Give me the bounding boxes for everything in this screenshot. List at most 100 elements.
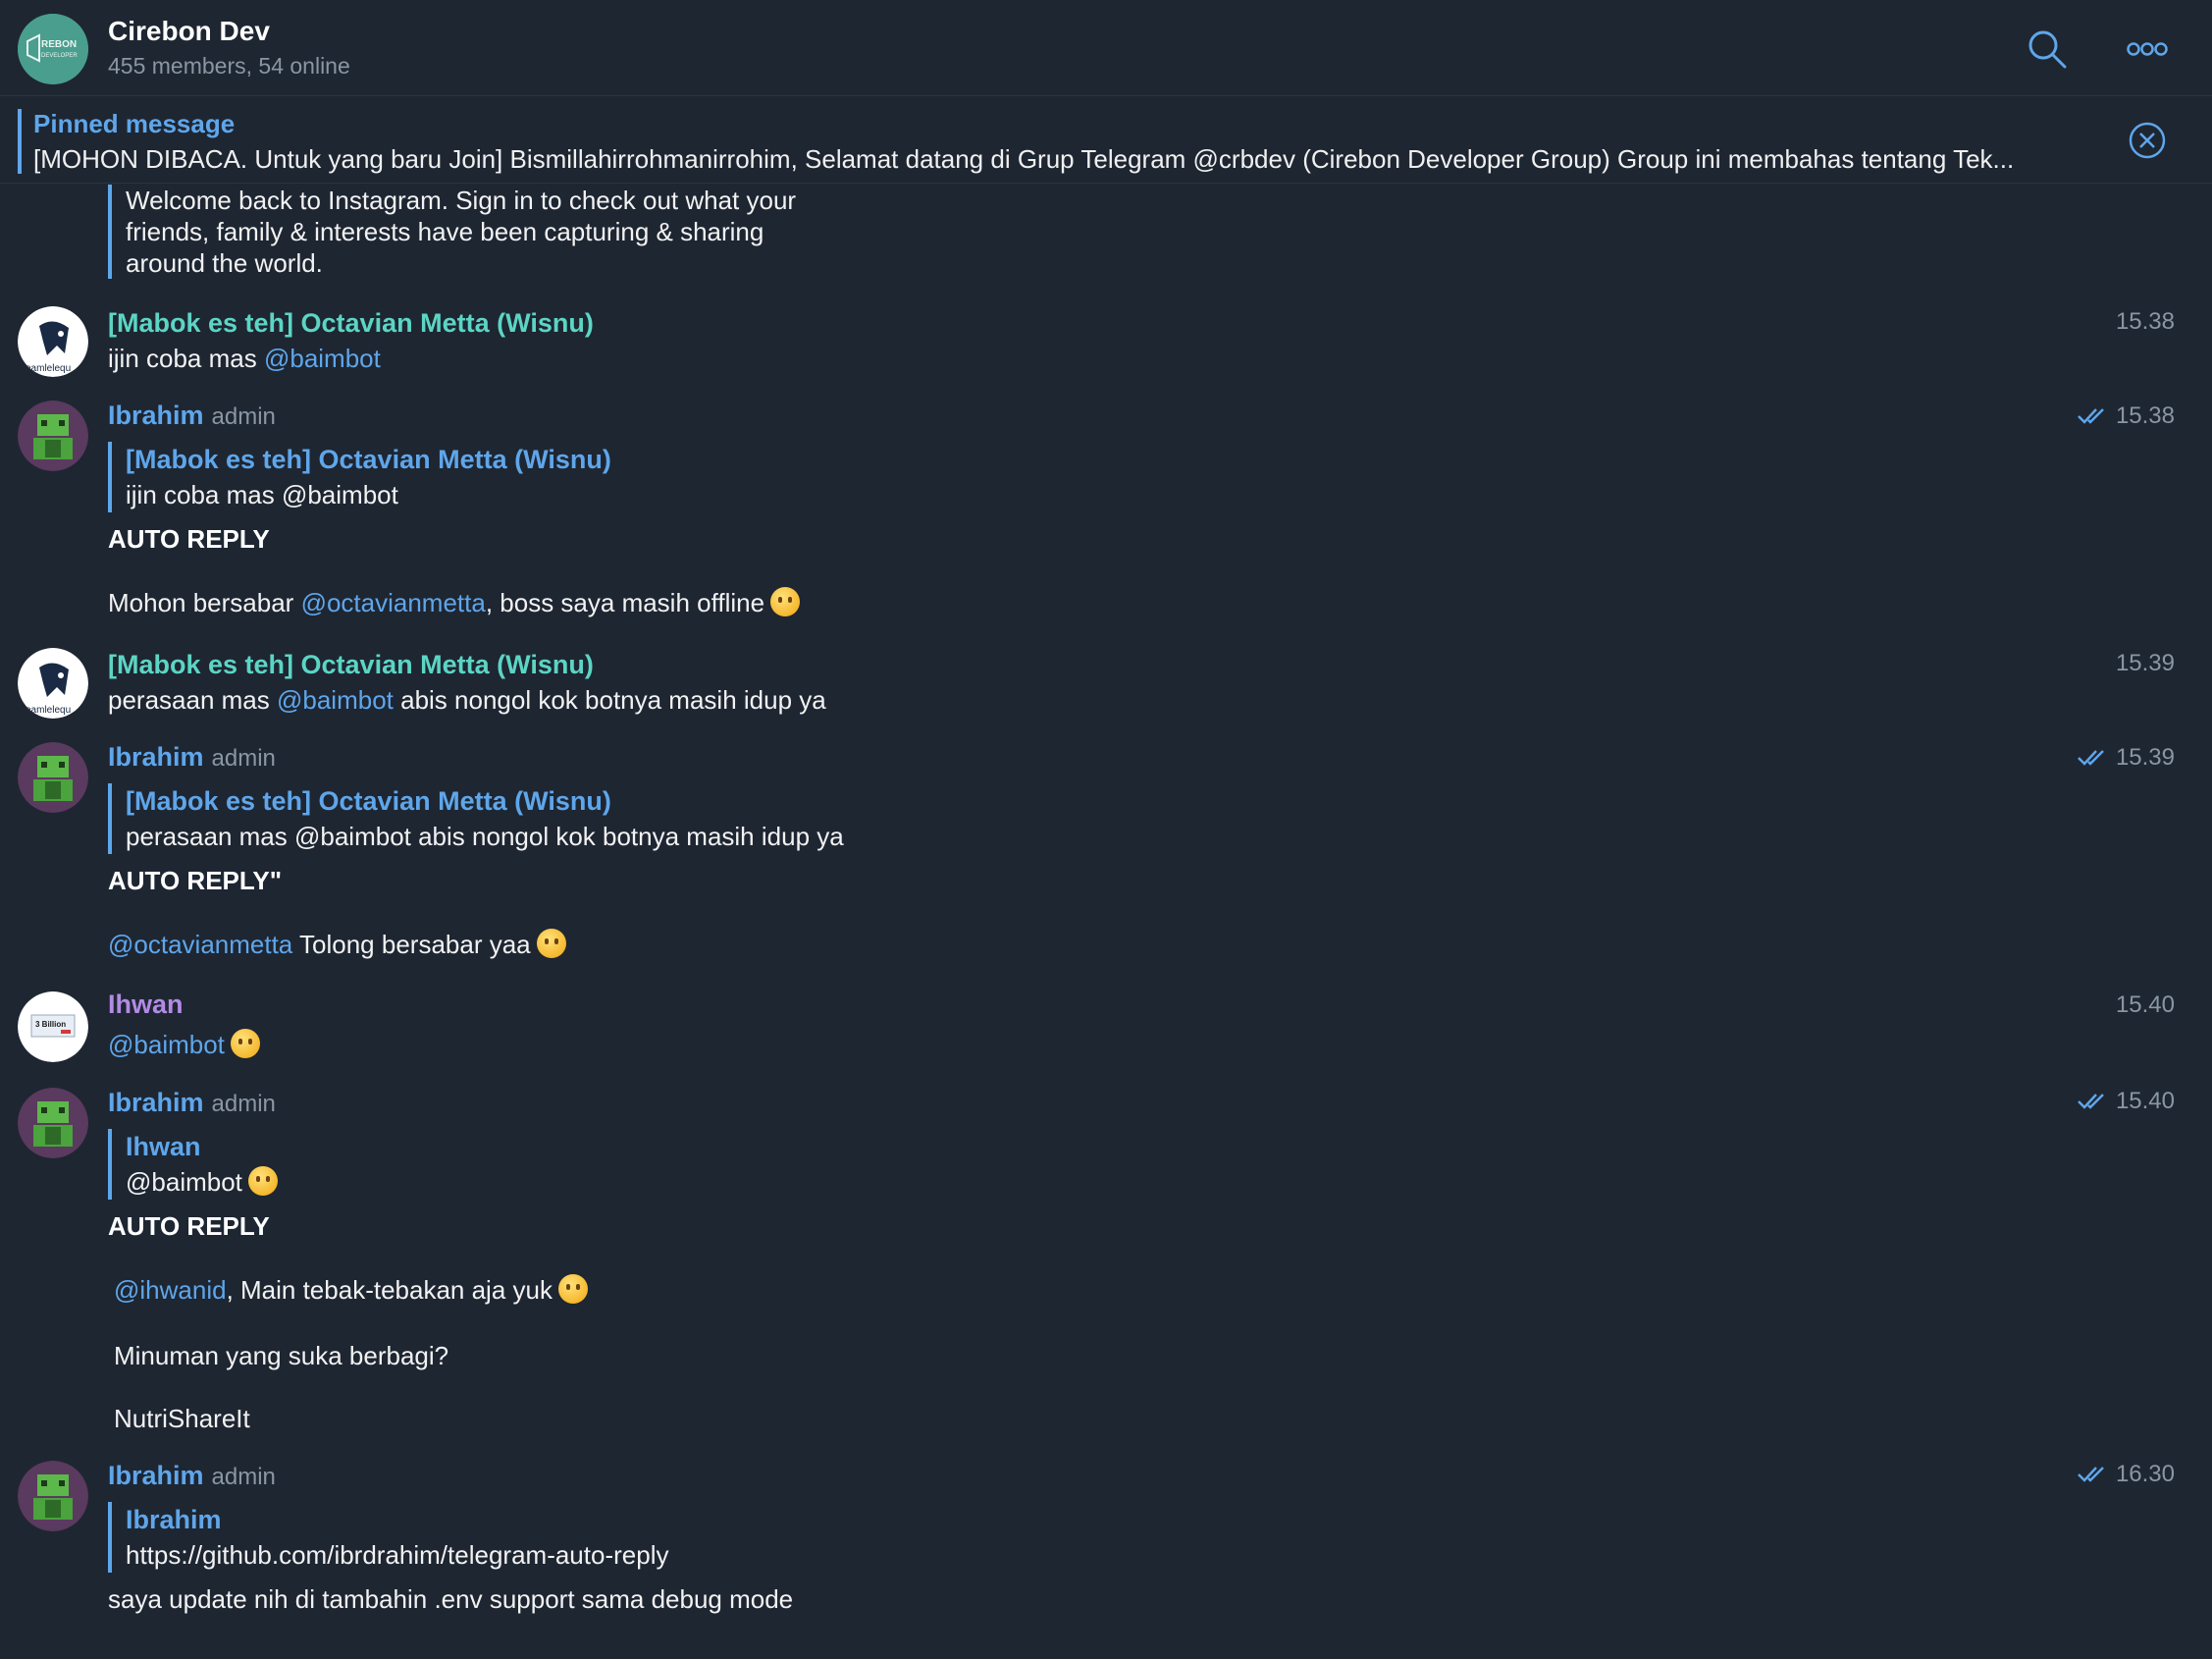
reply-text: @baimbot [126, 1164, 278, 1200]
sender-name-text: Ibrahim [108, 742, 204, 772]
message-time: 15.39 [2116, 650, 2175, 677]
message-text: perasaan mas @baimbot abis nongol kok bo… [108, 685, 826, 716]
svg-text:eamlelequ: eamlelequ [26, 705, 71, 716]
text-part: Tolong bersabar yaa [292, 930, 531, 959]
message-time: 15.38 [2116, 308, 2175, 336]
sender-name[interactable]: Ibrahim admin [108, 1088, 276, 1118]
sweat-smile-emoji-icon [536, 929, 566, 958]
text-part: Mohon bersabar [108, 588, 301, 617]
mention-link[interactable]: @ihwanid [114, 1275, 227, 1305]
auto-reply-heading: AUTO REPLY [108, 1211, 270, 1241]
sender-name[interactable]: [Mabok es teh] Octavian Metta (Wisnu) [108, 650, 594, 680]
more-icon[interactable] [2124, 26, 2171, 73]
mention-link[interactable]: @octavianmetta [301, 588, 486, 617]
close-icon[interactable] [2128, 121, 2167, 160]
chat-header: REBON DEVELOPER Cirebon Dev 455 members,… [0, 0, 2212, 96]
avatar[interactable] [18, 742, 88, 813]
time-text: 16.30 [2115, 1461, 2175, 1487]
avatar[interactable] [18, 401, 88, 471]
message-time: 15.40 [2077, 1088, 2175, 1115]
message-time: 15.40 [2116, 991, 2175, 1019]
admin-badge: admin [211, 1091, 276, 1117]
reply-text: perasaan mas @baimbot abis nongol kok bo… [126, 822, 844, 851]
double-check-icon [2078, 750, 2104, 766]
time-text: 15.40 [2115, 1088, 2175, 1114]
mention-link[interactable]: @baimbot [264, 344, 381, 373]
member-count: 455 members, 54 online [108, 53, 350, 79]
reply-quote[interactable]: Ihwan @baimbot [108, 1129, 278, 1200]
admin-badge: admin [211, 403, 276, 430]
pinned-message[interactable]: Pinned message [MOHON DIBACA. Untuk yang… [0, 97, 2212, 184]
reply-text: ijin coba mas @baimbot [126, 480, 398, 509]
reply-name: [Mabok es teh] Octavian Metta (Wisnu) [126, 786, 611, 816]
avatar[interactable] [18, 1461, 88, 1531]
message-time: 15.39 [2077, 744, 2175, 772]
sender-name-text: Ibrahim [108, 401, 204, 430]
pinned-title: Pinned message [33, 109, 236, 138]
message-text: saya update nih di tambahin .env support… [108, 1584, 794, 1614]
sender-name[interactable]: Ibrahim admin [108, 401, 276, 431]
svg-text:eamlelequ: eamlelequ [26, 363, 71, 374]
time-text: 15.38 [2115, 402, 2175, 429]
time-text: 15.38 [2115, 308, 2175, 335]
sender-name[interactable]: Ibrahim admin [108, 1461, 276, 1491]
mention-link[interactable]: @baimbot [277, 685, 394, 715]
text-part: ijin coba mas [108, 344, 264, 373]
message-text: @octavianmetta Tolong bersabar yaa [108, 929, 566, 960]
reply-text-part: @baimbot [126, 1167, 242, 1197]
sender-name[interactable]: Ihwan [108, 990, 184, 1020]
reply-quote[interactable]: [Mabok es teh] Octavian Metta (Wisnu) pe… [108, 783, 844, 854]
message-text: @ihwanid, Main tebak-tebakan aja yuk [114, 1274, 588, 1306]
avatar[interactable] [18, 1088, 88, 1158]
instagram-quote: Welcome back to Instagram. Sign in to ch… [108, 185, 796, 279]
message-text: @baimbot [108, 1029, 260, 1060]
reply-link-text: https://github.com/ibrdrahim/telegram-au… [126, 1540, 669, 1570]
reply-quote[interactable]: [Mabok es teh] Octavian Metta (Wisnu) ij… [108, 442, 611, 512]
text-part: , Main tebak-tebakan aja yuk [226, 1275, 553, 1305]
message-time: 16.30 [2077, 1461, 2175, 1488]
grin-emoji-icon [557, 1274, 588, 1304]
admin-badge: admin [211, 745, 276, 772]
svg-text:REBON: REBON [41, 39, 77, 50]
quote-line: around the world. [126, 248, 323, 278]
reply-name: Ibrahim [126, 1505, 222, 1534]
sender-name[interactable]: Ibrahim admin [108, 742, 276, 773]
pinned-text: [MOHON DIBACA. Untuk yang baru Join] Bis… [33, 144, 2015, 174]
text-part: , boss saya masih offline [485, 588, 765, 617]
quote-line: friends, family & interests have been ca… [126, 217, 764, 246]
svg-text:DEVELOPER: DEVELOPER [41, 53, 78, 59]
svg-text:3 Billion: 3 Billion [35, 1020, 66, 1029]
slight-smile-emoji-icon [230, 1029, 260, 1058]
riddle-question: Minuman yang suka berbagi? [114, 1341, 449, 1370]
double-check-icon [2078, 1467, 2104, 1482]
time-text: 15.39 [2115, 744, 2175, 771]
reply-quote[interactable]: Ibrahim https://github.com/ibrdrahim/tel… [108, 1502, 668, 1573]
slight-smile-emoji-icon [247, 1166, 278, 1196]
admin-badge: admin [211, 1464, 276, 1490]
message-text: ijin coba mas @baimbot [108, 344, 381, 374]
auto-reply-heading: AUTO REPLY" [108, 866, 283, 895]
double-check-icon [2078, 1094, 2104, 1109]
group-title[interactable]: Cirebon Dev [108, 16, 270, 47]
search-icon[interactable] [2024, 26, 2071, 73]
avatar[interactable]: 3 Billion [18, 991, 88, 1062]
pinned-accent-bar [18, 109, 22, 174]
avatar[interactable]: eamlelequ [18, 648, 88, 719]
riddle-answer: NutriShareIt [114, 1404, 250, 1433]
sender-name[interactable]: [Mabok es teh] Octavian Metta (Wisnu) [108, 308, 594, 339]
text-part: perasaan mas [108, 685, 277, 715]
avatar[interactable]: eamlelequ [18, 306, 88, 377]
unamused-emoji-icon [770, 587, 801, 616]
sender-name-text: Ibrahim [108, 1461, 204, 1490]
text-part: abis nongol kok botnya masih idup ya [393, 685, 826, 715]
mention-link[interactable]: @octavianmetta [108, 930, 292, 959]
time-text: 15.40 [2115, 991, 2175, 1018]
quote-line: Welcome back to Instagram. Sign in to ch… [126, 186, 797, 215]
reply-name: [Mabok es teh] Octavian Metta (Wisnu) [126, 445, 611, 474]
group-avatar[interactable]: REBON DEVELOPER [18, 14, 88, 84]
mention-link[interactable]: @baimbot [108, 1030, 225, 1059]
message-text: Mohon bersabar @octavianmetta, boss saya… [108, 587, 801, 618]
auto-reply-heading: AUTO REPLY [108, 524, 270, 554]
message-time: 15.38 [2077, 402, 2175, 430]
reply-name: Ihwan [126, 1132, 201, 1161]
